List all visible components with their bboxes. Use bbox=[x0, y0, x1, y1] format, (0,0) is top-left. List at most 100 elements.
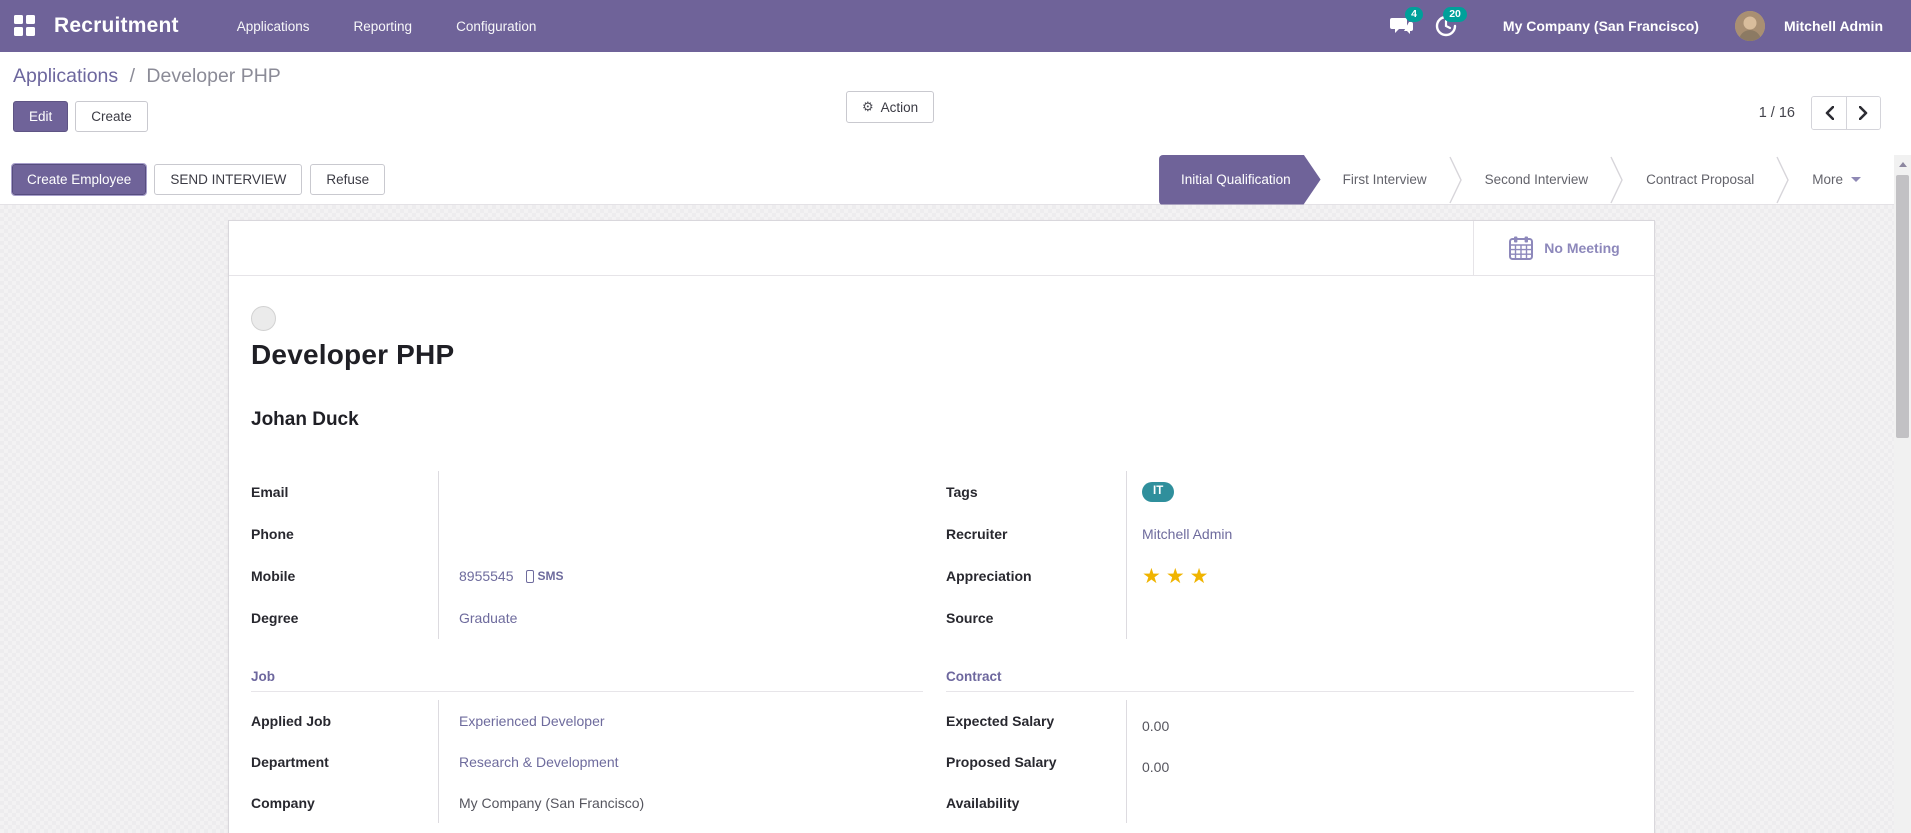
pager-nav bbox=[1811, 96, 1881, 130]
user-avatar[interactable] bbox=[1734, 11, 1765, 41]
refuse-button[interactable]: Refuse bbox=[310, 164, 386, 195]
phone-value[interactable] bbox=[438, 513, 923, 555]
email-value[interactable] bbox=[438, 471, 923, 513]
action-button-label: Action bbox=[880, 99, 919, 115]
top-nav-bar: Recruitment Applications Reporting Confi… bbox=[0, 0, 1911, 52]
gear-icon: ⚙ bbox=[862, 99, 874, 114]
action-button[interactable]: ⚙ Action bbox=[846, 91, 935, 123]
mobile-label: Mobile bbox=[251, 568, 296, 584]
content-area: No Meeting Developer PHP Johan Duck Emai… bbox=[0, 205, 1911, 833]
stage-contract-proposal[interactable]: Contract Proposal bbox=[1624, 155, 1776, 205]
mobile-number-link[interactable]: 8955545 bbox=[459, 568, 514, 584]
menu-applications[interactable]: Applications bbox=[237, 19, 310, 34]
proposed-salary-value[interactable]: 0.00 bbox=[1126, 741, 1634, 782]
menu-configuration[interactable]: Configuration bbox=[456, 19, 536, 34]
source-value[interactable] bbox=[1126, 597, 1634, 639]
pager: 1 / 16 bbox=[1759, 96, 1881, 130]
scroll-up-button[interactable] bbox=[1894, 155, 1911, 173]
edit-button[interactable]: Edit bbox=[13, 101, 69, 132]
field-groups: Email Phone Mobile 8955545 SMS Degree Gr… bbox=[251, 471, 1634, 639]
degree-value: Graduate bbox=[438, 597, 923, 639]
star-icon[interactable]: ★ bbox=[1166, 564, 1185, 589]
triangle-up-icon bbox=[1898, 161, 1907, 167]
vertical-scrollbar[interactable] bbox=[1894, 155, 1911, 833]
stage-initial-qualification[interactable]: Initial Qualification bbox=[1159, 155, 1321, 205]
expected-salary-value[interactable]: 0.00 bbox=[1126, 700, 1634, 741]
activities-button[interactable]: 20 bbox=[1429, 7, 1467, 41]
department-label: Department bbox=[251, 753, 329, 770]
star-rating[interactable]: ★ ★ ★ bbox=[1142, 564, 1208, 589]
applicant-photo-placeholder[interactable] bbox=[251, 306, 276, 331]
applied-job-label: Applied Job bbox=[251, 712, 332, 729]
send-interview-button[interactable]: SEND INTERVIEW bbox=[154, 164, 303, 195]
top-menu: Applications Reporting Configuration bbox=[237, 19, 537, 34]
apps-menu-icon[interactable] bbox=[14, 15, 36, 37]
create-button[interactable]: Create bbox=[75, 101, 148, 132]
scrollbar-thumb[interactable] bbox=[1896, 175, 1909, 438]
job-section-title: Job bbox=[251, 669, 923, 692]
recruiter-value: Mitchell Admin bbox=[1126, 513, 1634, 555]
stage-separator-icon bbox=[1776, 156, 1790, 204]
contract-group: Expected Salary 0.00 Proposed Salary 0.0… bbox=[946, 700, 1634, 823]
company-switcher[interactable]: My Company (San Francisco) bbox=[1503, 18, 1699, 34]
email-label: Email bbox=[251, 484, 289, 500]
expected-salary-label: Expected Salary bbox=[946, 712, 1055, 729]
tags-label: Tags bbox=[946, 484, 978, 500]
stage-separator-icon bbox=[1448, 156, 1463, 204]
proposed-salary-label: Proposed Salary bbox=[946, 753, 1057, 770]
pager-previous-button[interactable] bbox=[1812, 97, 1846, 129]
degree-label: Degree bbox=[251, 610, 299, 626]
contract-section: Contract Expected Salary 0.00 Proposed S… bbox=[946, 669, 1634, 823]
messages-count-badge: 4 bbox=[1405, 7, 1423, 22]
form-sheet: No Meeting Developer PHP Johan Duck Emai… bbox=[228, 220, 1655, 833]
breadcrumb-applications[interactable]: Applications bbox=[13, 65, 118, 87]
company-value: My Company (San Francisco) bbox=[438, 782, 923, 823]
applied-job-link[interactable]: Experienced Developer bbox=[459, 713, 605, 729]
contract-section-title: Contract bbox=[946, 669, 1634, 692]
menu-reporting[interactable]: Reporting bbox=[354, 19, 413, 34]
breadcrumb-separator: / bbox=[129, 65, 135, 87]
user-menu[interactable]: Mitchell Admin bbox=[1784, 18, 1883, 34]
degree-link[interactable]: Graduate bbox=[459, 610, 517, 626]
job-group: Applied Job Experienced Developer Depart… bbox=[251, 700, 923, 823]
appreciation-label: Appreciation bbox=[946, 568, 1032, 584]
star-icon[interactable]: ★ bbox=[1142, 564, 1161, 589]
caret-down-icon bbox=[1851, 177, 1861, 182]
department-link[interactable]: Research & Development bbox=[459, 754, 619, 770]
recruiter-link[interactable]: Mitchell Admin bbox=[1142, 526, 1232, 542]
meeting-button[interactable]: No Meeting bbox=[1473, 221, 1654, 275]
recruiter-label: Recruiter bbox=[946, 526, 1008, 542]
stage-separator-icon bbox=[1610, 156, 1624, 204]
stage-first-interview[interactable]: First Interview bbox=[1321, 155, 1449, 205]
pager-next-button[interactable] bbox=[1846, 97, 1880, 129]
recruitment-app-window: Recruitment Applications Reporting Confi… bbox=[0, 0, 1911, 833]
availability-value[interactable] bbox=[1126, 782, 1634, 823]
sms-button[interactable]: SMS bbox=[525, 569, 564, 583]
top-right-controls: 4 20 My Company (San Francisco) Mitchell… bbox=[1385, 7, 1911, 41]
availability-label: Availability bbox=[946, 794, 1020, 811]
chevron-left-icon bbox=[1825, 106, 1834, 120]
control-panel: Applications / Developer PHP Edit Create… bbox=[0, 52, 1911, 155]
calendar-icon bbox=[1508, 235, 1534, 261]
applicant-name: Johan Duck bbox=[251, 409, 359, 430]
tag-badge[interactable]: IT bbox=[1142, 482, 1175, 502]
messages-button[interactable]: 4 bbox=[1385, 7, 1423, 41]
tags-value: IT bbox=[1126, 471, 1634, 513]
chevron-right-icon bbox=[1859, 106, 1868, 120]
stage-more-dropdown[interactable]: More bbox=[1790, 155, 1883, 205]
recruitment-group: Tags IT Recruiter Mitchell Admin Appreci… bbox=[946, 471, 1634, 639]
mobile-value: 8955545 SMS bbox=[438, 555, 923, 597]
breadcrumb: Applications / Developer PHP bbox=[13, 65, 1911, 88]
create-employee-button[interactable]: Create Employee bbox=[10, 163, 148, 196]
button-box: No Meeting bbox=[229, 221, 1654, 276]
activities-count-badge: 20 bbox=[1443, 7, 1467, 22]
source-label: Source bbox=[946, 610, 994, 626]
appreciation-value: ★ ★ ★ bbox=[1126, 555, 1634, 597]
record-buttons: Edit Create bbox=[13, 101, 1911, 132]
mobile-phone-icon bbox=[525, 569, 534, 583]
breadcrumb-current: Developer PHP bbox=[146, 65, 281, 87]
star-icon[interactable]: ★ bbox=[1190, 564, 1209, 589]
job-section: Job Applied Job Experienced Developer De… bbox=[251, 669, 923, 823]
stage-second-interview[interactable]: Second Interview bbox=[1463, 155, 1611, 205]
app-title[interactable]: Recruitment bbox=[54, 14, 179, 38]
